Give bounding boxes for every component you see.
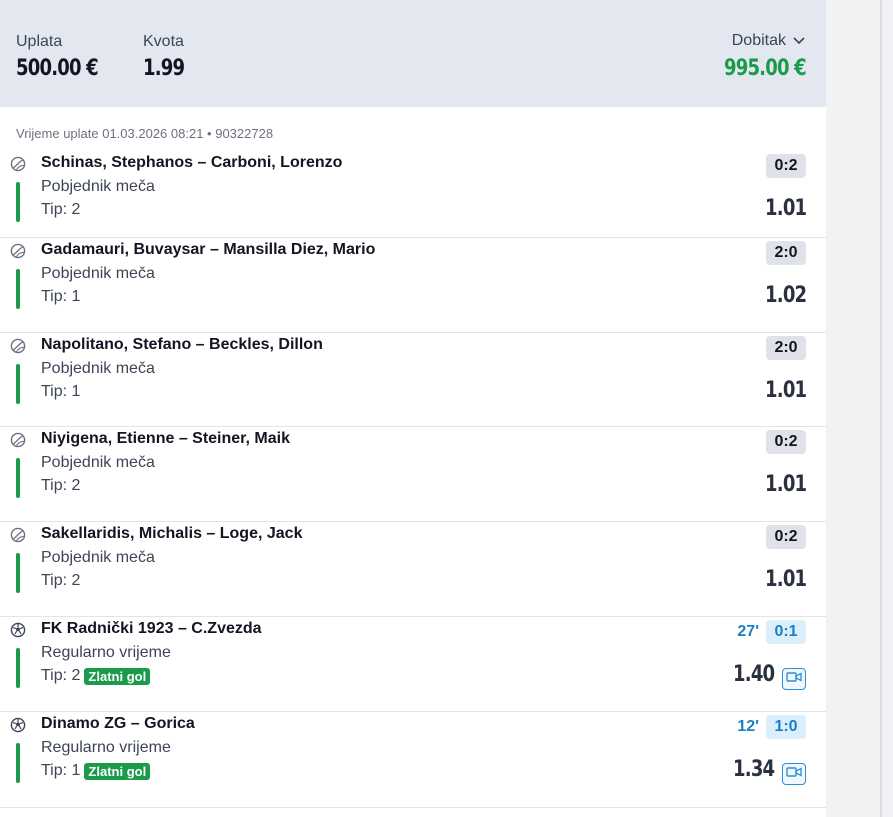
market-name: Pobjednik meča — [41, 360, 155, 377]
tip-label: Tip: 1 — [41, 762, 81, 779]
stake-label: Uplata — [16, 33, 63, 50]
market-name: Pobjednik meča — [41, 178, 155, 195]
tip-label: Tip: 2 — [41, 572, 81, 589]
bet-row[interactable]: Gadamauri, Buvaysar – Mansilla Diez, Mar… — [0, 237, 826, 333]
market-name: Regularno vrijeme — [41, 739, 171, 756]
football-icon — [10, 622, 26, 638]
chevron-down-icon — [793, 37, 805, 45]
match-name: Gadamauri, Buvaysar – Mansilla Diez, Mar… — [41, 241, 376, 258]
ticket-panel: Uplata 500.00 € Kvota 1.99 Dobitak 995.0… — [0, 0, 826, 817]
odd-value: 1.40 — [732, 662, 775, 687]
match-name: Dinamo ZG – Gorica — [41, 715, 195, 732]
tennis-icon — [10, 243, 26, 259]
video-camera-icon — [786, 670, 802, 688]
score-badge: 0:2 — [766, 525, 806, 549]
video-camera-icon — [786, 765, 802, 783]
bet-row[interactable]: FK Radnički 1923 – C.Zvezda Regularno vri… — [0, 616, 826, 712]
status-bar — [16, 458, 20, 498]
score-badge: 0:2 — [766, 430, 806, 454]
win-value: 995.00 € — [724, 56, 807, 81]
tennis-icon — [10, 338, 26, 354]
status-bar — [16, 364, 20, 404]
tip: Tip: 2 — [41, 572, 80, 590]
live-minute: 27' — [737, 623, 759, 640]
odd-value: 1.01 — [764, 196, 807, 221]
tip-label: Tip: 2 — [41, 477, 81, 494]
right-background — [826, 0, 893, 817]
odd-value: 1.34 — [732, 757, 775, 782]
tip-label: Tip: 2 — [41, 201, 81, 218]
odds-value: 1.99 — [143, 56, 185, 81]
win-dropdown[interactable]: Dobitak — [732, 32, 806, 50]
odd-value: 1.01 — [764, 378, 807, 403]
bet-row[interactable]: Schinas, Stephanos – Carboni, Lorenzo Pob… — [0, 150, 826, 238]
match-name: Sakellaridis, Michalis – Loge, Jack — [41, 525, 303, 542]
odd-value: 1.01 — [764, 567, 807, 592]
video-stream-button[interactable] — [782, 668, 806, 690]
tip: Tip: 1 — [41, 288, 80, 306]
bet-row[interactable]: Napolitano, Stefano – Beckles, Dillon Pob… — [0, 332, 826, 427]
tennis-icon — [10, 432, 26, 448]
win-label: Dobitak — [731, 32, 786, 49]
market-name: Pobjednik meča — [41, 454, 155, 471]
market-name: Pobjednik meča — [41, 265, 155, 282]
score-badge: 1:0 — [766, 715, 806, 739]
tip-label: Tip: 2 — [41, 667, 81, 684]
score-badge: 0:1 — [766, 620, 806, 644]
bet-row[interactable]: Niyigena, Etienne – Steiner, Maik Pobjedn… — [0, 426, 826, 522]
score-badge: 2:0 — [766, 241, 806, 265]
status-bar — [16, 553, 20, 593]
market-name: Pobjednik meča — [41, 549, 155, 566]
bet-row[interactable]: Dinamo ZG – Gorica Regularno vrijeme Tip: … — [0, 711, 826, 808]
tip: Tip: 2 — [41, 201, 80, 219]
score-badge: 2:0 — [766, 336, 806, 360]
ticket-meta: Vrijeme uplate 01.03.2026 08:21 • 903227… — [16, 126, 274, 141]
stake-value: 500.00 € — [16, 56, 99, 81]
bet-row[interactable]: Sakellaridis, Michalis – Loge, Jack Pobje… — [0, 521, 826, 617]
golden-goal-badge: Zlatni gol — [84, 667, 151, 685]
score-badge: 0:2 — [766, 154, 806, 178]
tennis-icon — [10, 527, 26, 543]
divider — [880, 0, 882, 817]
tip-label: Tip: 1 — [41, 383, 81, 400]
match-name: Schinas, Stephanos – Carboni, Lorenzo — [41, 154, 343, 171]
status-bar — [16, 182, 20, 222]
status-bar — [16, 743, 20, 783]
tennis-icon — [10, 156, 26, 172]
video-stream-button[interactable] — [782, 763, 806, 785]
tip: Tip: 2 — [41, 477, 80, 495]
odd-value: 1.01 — [764, 472, 807, 497]
odd-value: 1.02 — [764, 283, 807, 308]
football-icon — [10, 717, 26, 733]
status-bar — [16, 269, 20, 309]
tip: Tip: 1 — [41, 383, 80, 401]
tip: Tip: 2 Zlatni gol — [41, 667, 151, 685]
tip: Tip: 1 Zlatni gol — [41, 762, 151, 780]
match-name: Niyigena, Etienne – Steiner, Maik — [41, 430, 290, 447]
match-name: FK Radnički 1923 – C.Zvezda — [41, 620, 262, 637]
status-bar — [16, 648, 20, 688]
ticket-summary: Uplata 500.00 € Kvota 1.99 Dobitak 995.0… — [0, 0, 826, 107]
golden-goal-badge: Zlatni gol — [84, 762, 151, 780]
odds-label: Kvota — [143, 33, 184, 50]
live-minute: 12' — [737, 718, 759, 735]
match-name: Napolitano, Stefano – Beckles, Dillon — [41, 336, 323, 353]
tip-label: Tip: 1 — [41, 288, 81, 305]
market-name: Regularno vrijeme — [41, 644, 171, 661]
